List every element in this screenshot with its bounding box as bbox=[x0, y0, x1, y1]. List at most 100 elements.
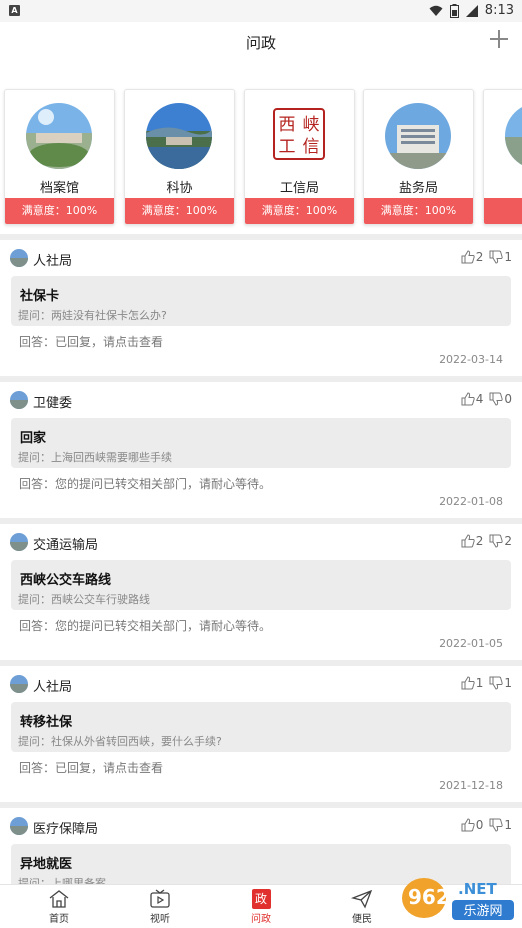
satisfaction-bar: 满意 bbox=[484, 198, 522, 224]
question-box[interactable]: 社保卡 提问：两娃没有社保卡怎么办? bbox=[11, 276, 511, 326]
question-title: 转移社保 bbox=[20, 715, 73, 730]
dept-name: 人社局 bbox=[33, 254, 73, 269]
tab-home[interactable]: 首页 bbox=[29, 889, 89, 925]
department-card-partial[interactable]: 满意 bbox=[483, 89, 522, 225]
dept-avatar bbox=[10, 391, 28, 409]
department-card-industry[interactable]: 西 峡 工 信 工信局 满意度：100% bbox=[244, 89, 355, 225]
science-photo bbox=[146, 103, 212, 169]
thumbs-down-button[interactable]: 1 bbox=[489, 250, 512, 264]
svg-text:峡: 峡 bbox=[303, 115, 320, 135]
question-date: 2021-12-18 bbox=[439, 779, 503, 792]
department-card-archives[interactable]: 档案馆 满意度：100% bbox=[4, 89, 115, 225]
thumbs-down-icon bbox=[489, 676, 504, 690]
dept-name: 卫健委 bbox=[33, 396, 73, 411]
thumbs-down-icon bbox=[489, 250, 504, 264]
app-header: 问政 bbox=[0, 22, 522, 62]
department-card-salt[interactable]: 盐务局 满意度：100% bbox=[363, 89, 474, 225]
thumbs-down-icon bbox=[489, 818, 504, 832]
page-title: 问政 bbox=[245, 34, 276, 52]
vote-counts: 0 1 bbox=[461, 818, 512, 832]
send-icon bbox=[351, 889, 373, 909]
thumbs-up-button[interactable]: 2 bbox=[461, 534, 483, 548]
thumbs-down-button[interactable]: 0 bbox=[489, 392, 512, 406]
svg-text:西: 西 bbox=[279, 115, 296, 135]
dept-name: 人社局 bbox=[33, 680, 73, 695]
satisfaction-bar: 满意度：100% bbox=[364, 198, 473, 224]
thumbs-down-button[interactable]: 1 bbox=[489, 818, 512, 832]
vote-counts: 1 1 bbox=[461, 676, 512, 690]
satisfaction-bar: 满意度：100% bbox=[125, 198, 234, 224]
wifi-icon bbox=[429, 5, 443, 16]
department-name: 科协 bbox=[166, 181, 193, 196]
thumbs-up-icon bbox=[461, 818, 475, 832]
vote-counts: 2 1 bbox=[461, 250, 512, 264]
question-date: 2022-01-08 bbox=[439, 495, 503, 508]
thumbs-up-button[interactable]: 0 bbox=[461, 818, 483, 832]
vote-counts: 2 2 bbox=[461, 534, 512, 548]
svg-text:工: 工 bbox=[279, 137, 296, 157]
tab-convenience[interactable]: 便民 bbox=[332, 889, 392, 925]
signal-icon bbox=[465, 4, 478, 17]
thumbs-up-button[interactable]: 2 bbox=[461, 250, 483, 264]
thumbs-down-icon bbox=[489, 534, 504, 548]
thumbs-down-button[interactable]: 1 bbox=[489, 676, 512, 690]
dept-name: 医疗保障局 bbox=[33, 822, 99, 837]
answer-text: 回答：已回复，请点击查看 bbox=[19, 335, 164, 349]
thumbs-up-icon bbox=[461, 534, 475, 548]
question-box[interactable]: 回家 提问：上海回西峡需要哪些手续 bbox=[11, 418, 511, 468]
question-text: 提问：上海回西峡需要哪些手续 bbox=[18, 451, 172, 464]
svg-text:信: 信 bbox=[303, 137, 320, 157]
satisfaction-bar: 满意度：100% bbox=[245, 198, 354, 224]
clock: 8:13 bbox=[484, 3, 514, 18]
satisfaction-bar: 满意度：100% bbox=[5, 198, 114, 224]
question-text: 提问：两娃没有社保卡怎么办? bbox=[18, 309, 167, 322]
question-title: 异地就医 bbox=[20, 857, 73, 872]
department-name: 盐务局 bbox=[398, 181, 438, 196]
svg-text:.NET: .NET bbox=[458, 880, 497, 898]
question-title: 回家 bbox=[20, 431, 47, 446]
question-item[interactable]: 卫健委 4 0 回家 提问：上海回西峡需要哪些手续 回答：您的提问已转交相关部门… bbox=[0, 382, 522, 518]
answer-text: 回答：已回复，请点击查看 bbox=[19, 761, 164, 775]
question-box[interactable]: 转移社保 提问：社保从外省转回西峡，要什么手续? bbox=[11, 702, 511, 752]
962-watermark-logo: 962 .NET 乐游网 bbox=[402, 878, 514, 920]
answer-text: 回答：您的提问已转交相关部门，请耐心等待。 bbox=[19, 619, 272, 633]
thumbs-up-icon bbox=[461, 676, 475, 690]
dept-avatar bbox=[10, 249, 28, 267]
dept-name: 交通运输局 bbox=[33, 538, 99, 553]
department-name: 档案馆 bbox=[39, 181, 79, 196]
thumbs-down-button[interactable]: 2 bbox=[489, 534, 512, 548]
department-card-science[interactable]: 科协 满意度：100% bbox=[124, 89, 235, 225]
question-title: 社保卡 bbox=[20, 289, 60, 304]
answer-text: 回答：您的提问已转交相关部门，请耐心等待。 bbox=[19, 477, 272, 491]
partial-photo bbox=[505, 103, 522, 169]
svg-text:962: 962 bbox=[408, 885, 450, 909]
industry-seal-logo: 西 峡 工 信 bbox=[273, 108, 325, 160]
question-text: 提问：西峡公交车行驶路线 bbox=[18, 593, 150, 606]
question-item[interactable]: 人社局 2 1 社保卡 提问：两娃没有社保卡怎么办? 回答：已回复，请点击查看 … bbox=[0, 240, 522, 376]
thumbs-up-button[interactable]: 4 bbox=[461, 392, 483, 406]
tab-wenzheng[interactable]: 政 问政 bbox=[231, 889, 291, 925]
notification-a-icon: A bbox=[9, 5, 20, 16]
question-box[interactable]: 西峡公交车路线 提问：西峡公交车行驶路线 bbox=[11, 560, 511, 610]
tab-media[interactable]: 视听 bbox=[130, 889, 190, 925]
dept-avatar bbox=[10, 817, 28, 835]
thumbs-up-button[interactable]: 1 bbox=[461, 676, 483, 690]
question-title: 西峡公交车路线 bbox=[20, 573, 112, 588]
svg-text:乐游网: 乐游网 bbox=[463, 904, 502, 919]
zheng-icon: 政 bbox=[251, 889, 271, 909]
department-carousel[interactable]: 档案馆 满意度：100% 科协 满意度：100% 西 峡 工 信 工信局 满意度… bbox=[0, 62, 522, 234]
question-date: 2022-01-05 bbox=[439, 637, 503, 650]
question-date: 2022-03-14 bbox=[439, 353, 503, 366]
dept-avatar bbox=[10, 533, 28, 551]
tv-icon bbox=[150, 889, 170, 908]
question-item[interactable]: 人社局 1 1 转移社保 提问：社保从外省转回西峡，要什么手续? 回答：已回复，… bbox=[0, 666, 522, 802]
home-icon bbox=[49, 890, 69, 908]
thumbs-up-icon bbox=[461, 392, 475, 406]
thumbs-up-icon bbox=[461, 250, 475, 264]
department-name: 工信局 bbox=[279, 181, 319, 196]
plus-icon[interactable] bbox=[488, 28, 510, 50]
question-item[interactable]: 交通运输局 2 2 西峡公交车路线 提问：西峡公交车行驶路线 回答：您的提问已转… bbox=[0, 524, 522, 660]
battery-icon bbox=[449, 3, 459, 18]
question-text: 提问：社保从外省转回西峡，要什么手续? bbox=[18, 735, 222, 748]
salt-bureau-photo bbox=[385, 103, 451, 169]
